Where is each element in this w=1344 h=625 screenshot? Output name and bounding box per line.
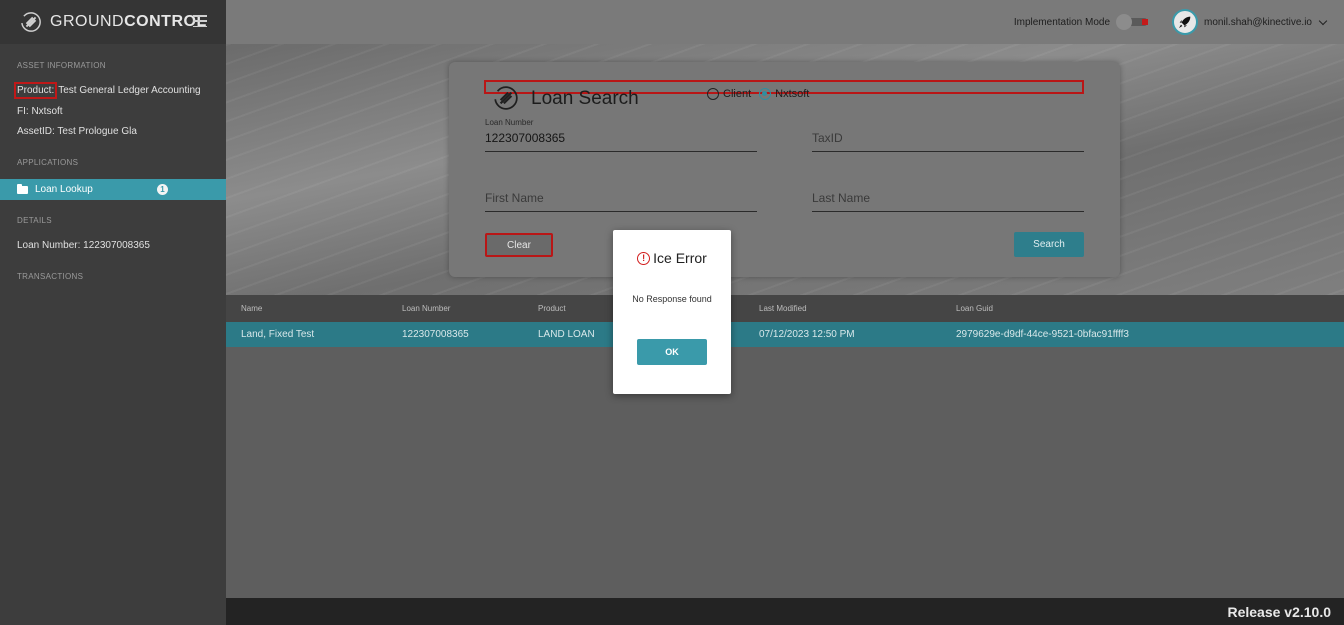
- user-email[interactable]: monil.shah@kinective.io: [1204, 17, 1312, 28]
- product-key: Product:: [13, 82, 58, 99]
- loan-number-label: Loan Number: [485, 118, 534, 127]
- dialog-title: ! Ice Error: [613, 250, 731, 266]
- dialog-message: No Response found: [632, 294, 712, 304]
- radio-client[interactable]: [707, 88, 719, 100]
- hamburger-menu-icon[interactable]: [193, 15, 207, 27]
- fi-info: FI: Nxtsoft: [0, 106, 63, 117]
- assetid-info: AssetID: Test Prologue Gla: [0, 126, 137, 137]
- radio-client-label[interactable]: Client: [723, 88, 751, 100]
- table-row[interactable]: Land, Fixed Test 122307008365 LAND LOAN …: [226, 322, 1344, 347]
- main-content: Loan Search Client Nxtsoft Loan Number 1…: [226, 44, 1344, 598]
- loan-number-value: 122307008365: [83, 240, 150, 251]
- applications-header: APPLICATIONS: [17, 158, 79, 167]
- ok-button[interactable]: OK: [637, 339, 707, 365]
- fi-key: FI:: [17, 106, 29, 117]
- column-header-name[interactable]: Name: [241, 304, 262, 313]
- implementation-mode-label: Implementation Mode: [1013, 16, 1111, 28]
- loan-number-field[interactable]: Loan Number 122307008365: [485, 118, 757, 152]
- search-button[interactable]: Search: [1014, 232, 1084, 257]
- column-header-loan-guid[interactable]: Loan Guid: [956, 304, 993, 313]
- notification-badge: 1: [157, 184, 168, 195]
- last-name-input[interactable]: Last Name: [812, 191, 870, 205]
- cell-loan-guid: 2979629e-d9df-44ce-9521-0bfac91ffff3: [956, 329, 1129, 340]
- column-header-loan-number[interactable]: Loan Number: [402, 304, 450, 313]
- cell-last-modified: 07/12/2023 12:50 PM: [759, 329, 855, 340]
- taxid-field[interactable]: TaxID: [812, 118, 1084, 152]
- assetid-key: AssetID:: [17, 126, 55, 137]
- clear-button[interactable]: Clear: [485, 233, 553, 257]
- product-value: Test General Ledger Accounting: [58, 85, 201, 96]
- column-header-product[interactable]: Product: [538, 304, 566, 313]
- error-dialog: ! Ice Error No Response found OK: [613, 230, 731, 394]
- top-bar: Implementation Mode monil.shah@kinective…: [226, 0, 1344, 44]
- rocket-icon: [1179, 16, 1191, 28]
- source-radio-group: Client Nxtsoft: [707, 88, 817, 100]
- loan-number-info: Loan Number: 122307008365: [0, 240, 150, 251]
- loan-search-card: Loan Search Client Nxtsoft Loan Number 1…: [449, 62, 1120, 277]
- radio-nxtsoft[interactable]: [759, 88, 772, 100]
- fi-value: Nxtsoft: [31, 106, 63, 117]
- brand-name: GROUNDCONTROL: [50, 13, 207, 30]
- release-version: Release v2.10.0: [1227, 603, 1331, 620]
- footer: Release v2.10.0: [226, 598, 1344, 625]
- assetid-value: Test Prologue Gla: [57, 126, 137, 137]
- rocket-logo-icon: [494, 86, 518, 110]
- table-header: Name Loan Number Product Last Modified L…: [226, 295, 1344, 322]
- details-header: DETAILS: [17, 216, 52, 225]
- cell-product: LAND LOAN: [538, 329, 595, 340]
- avatar[interactable]: [1172, 9, 1199, 35]
- cell-loan-number: 122307008365: [402, 329, 469, 340]
- cell-name: Land, Fixed Test: [241, 329, 315, 340]
- first-name-field[interactable]: First Name: [485, 178, 757, 212]
- column-header-last-modified[interactable]: Last Modified: [759, 304, 807, 313]
- alert-icon: !: [637, 251, 651, 265]
- asset-information-header: ASSET INFORMATION: [17, 61, 106, 70]
- first-name-input[interactable]: First Name: [485, 191, 544, 205]
- rocket-logo-icon: [21, 12, 41, 32]
- sidebar-item-label: Loan Lookup: [35, 184, 93, 195]
- card-title: Loan Search: [531, 88, 639, 109]
- sidebar: GROUNDCONTROL ASSET INFORMATION Product:…: [0, 0, 226, 625]
- taxid-input[interactable]: TaxID: [812, 131, 843, 145]
- loan-number-key: Loan Number:: [17, 240, 81, 251]
- transactions-header: TRANSACTIONS: [17, 272, 84, 281]
- sidebar-item-loan-lookup[interactable]: Loan Lookup 1: [0, 179, 226, 200]
- loan-number-input[interactable]: 122307008365: [485, 131, 565, 145]
- product-info: Product: Test General Ledger Accounting: [0, 82, 201, 99]
- radio-nxtsoft-label[interactable]: Nxtsoft: [775, 88, 809, 100]
- chevron-down-icon[interactable]: [1318, 16, 1328, 25]
- dialog-title-text: Ice Error: [653, 250, 707, 266]
- implementation-mode-toggle[interactable]: [1116, 14, 1150, 30]
- last-name-field[interactable]: Last Name: [812, 178, 1084, 212]
- folder-icon: [17, 183, 28, 194]
